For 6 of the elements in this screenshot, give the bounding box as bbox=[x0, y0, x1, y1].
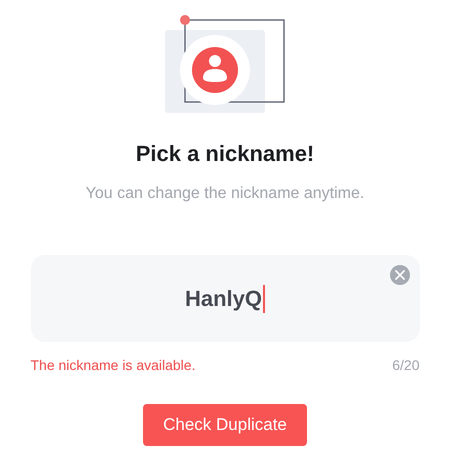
title: Pick a nickname! bbox=[136, 140, 314, 168]
clear-icon[interactable] bbox=[390, 265, 410, 285]
availability-message: The nickname is available. bbox=[30, 356, 196, 374]
character-counter: 6/20 bbox=[392, 356, 420, 374]
subtitle: You can change the nickname anytime. bbox=[86, 184, 364, 204]
nickname-field[interactable]: HanlyQ bbox=[30, 255, 420, 342]
